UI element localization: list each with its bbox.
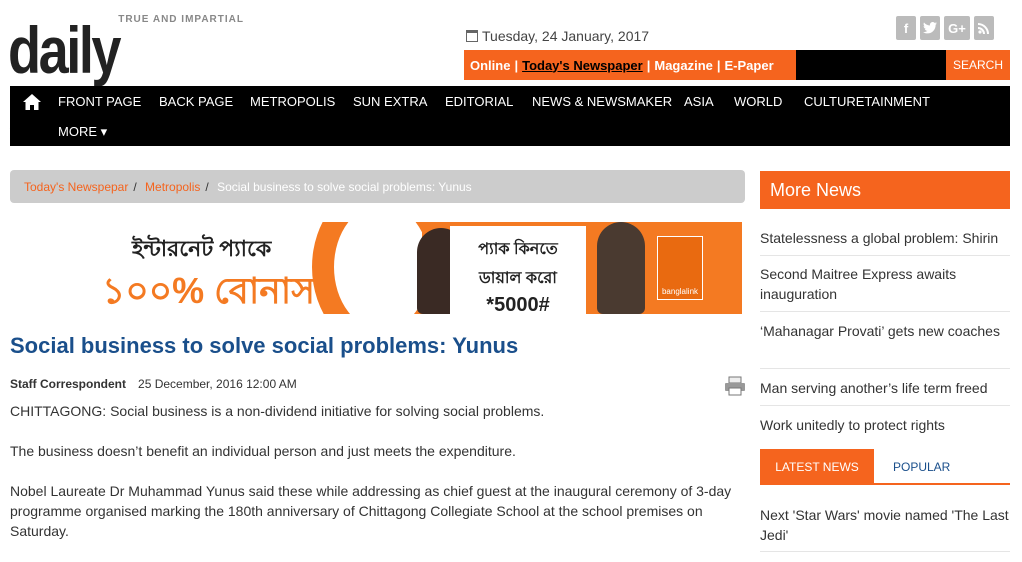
nav-back-page[interactable]: BACK PAGE [159,94,233,109]
more-news-item[interactable]: Second Maitree Express awaits inaugurati… [760,264,1010,312]
breadcrumb-todays-newspaper[interactable]: Today's Newspepar [24,180,128,194]
calendar-icon [466,30,478,42]
nav-front-page[interactable]: FRONT PAGE [58,94,141,109]
latest-news-item[interactable]: Next 'Star Wars' movie named 'The Last J… [760,505,1010,545]
banner-line2: ১০০% বোনাস [102,270,315,311]
news-tabs: LATEST NEWS POPULAR [760,449,1010,485]
breadcrumb: Today's Newspepar / Metropolis / Social bu… [10,170,745,203]
search-button[interactable]: SEARCH [946,50,1010,80]
banner-brand-logo: banglalink [657,236,703,300]
nav-news-newsmaker[interactable]: NEWS & NEWSMAKER [532,94,672,109]
site-logo[interactable]: TRUE AND IMPARTIAL daily sun [8,14,248,147]
main-nav: FRONT PAGE BACK PAGE METROPOLIS SUN EXTR… [10,86,1010,146]
banner-mid3: *5000# [486,294,550,314]
divider [760,551,1010,552]
twitter-icon[interactable] [920,16,940,40]
link-online[interactable]: Online [470,58,510,73]
top-bar: Online | Today's Newspaper | Magazine | E-P… [464,50,1010,80]
article-paragraph: CHITTAGONG: Social business is a non-div… [10,403,545,419]
print-icon[interactable] [724,376,746,396]
social-links: f G+ [896,16,994,40]
nav-editorial[interactable]: EDITORIAL [445,94,513,109]
article-paragraph: The business doesn’t benefit an individu… [10,443,516,459]
more-news-item[interactable]: Work unitedly to protect rights [760,415,1010,443]
home-icon[interactable] [22,92,42,112]
more-news-item[interactable]: Statelessness a global problem: Shirin [760,228,1010,256]
nav-sun-extra[interactable]: SUN EXTRA [353,94,427,109]
article-timestamp: 25 December, 2016 12:00 AM [138,377,297,391]
banner-model-image-2 [597,222,645,314]
link-todays-newspaper[interactable]: Today's Newspaper [522,58,643,73]
article-title: Social business to solve social problems… [10,333,519,358]
article-author: Staff Correspondent [10,377,127,391]
search-input[interactable] [796,50,946,80]
tab-popular[interactable]: POPULAR [893,460,950,474]
googleplus-icon[interactable]: G+ [944,16,970,40]
nav-metropolis[interactable]: METROPOLIS [250,94,335,109]
breadcrumb-current: Social business to solve social problems… [217,180,472,194]
banner-mid2: ডায়াল করো [479,270,557,287]
banner-dial-panel: প্যাক কিনতে ডায়াল করো *5000# [450,226,586,314]
nav-asia[interactable]: ASIA [684,94,714,109]
article-byline: Staff Correspondent 25 December, 2016 12:… [10,377,297,391]
banner-mid1: প্যাক কিনতে [478,241,558,258]
article-paragraph: Nobel Laureate Dr Muhammad Yunus said th… [10,483,732,539]
link-epaper[interactable]: E-Paper [725,58,774,73]
breadcrumb-metropolis[interactable]: Metropolis [145,180,200,194]
more-news-item[interactable]: Man serving another’s life term freed [760,378,1010,406]
tab-latest-news[interactable]: LATEST NEWS [760,449,874,485]
nav-world[interactable]: WORLD [734,94,782,109]
link-magazine[interactable]: Magazine [654,58,713,73]
more-news-item[interactable]: ‘Mahanagar Provati’ gets new coaches [760,321,1010,369]
current-date: Tuesday, 24 January, 2017 [466,28,649,44]
facebook-icon[interactable]: f [896,16,916,40]
banner-ad[interactable]: ইন্টারনেট প্যাকে ১০০% বোনাস প্যাক কিনতে … [12,222,742,314]
more-news-heading: More News [760,171,1010,209]
rss-icon[interactable] [974,16,994,40]
nav-more[interactable]: MORE ▾ [58,124,107,140]
date-text: Tuesday, 24 January, 2017 [482,28,650,44]
nav-culturetainment[interactable]: CULTURETAINMENT [804,94,930,109]
top-links: Online | Today's Newspaper | Magazine | E-P… [464,50,796,80]
